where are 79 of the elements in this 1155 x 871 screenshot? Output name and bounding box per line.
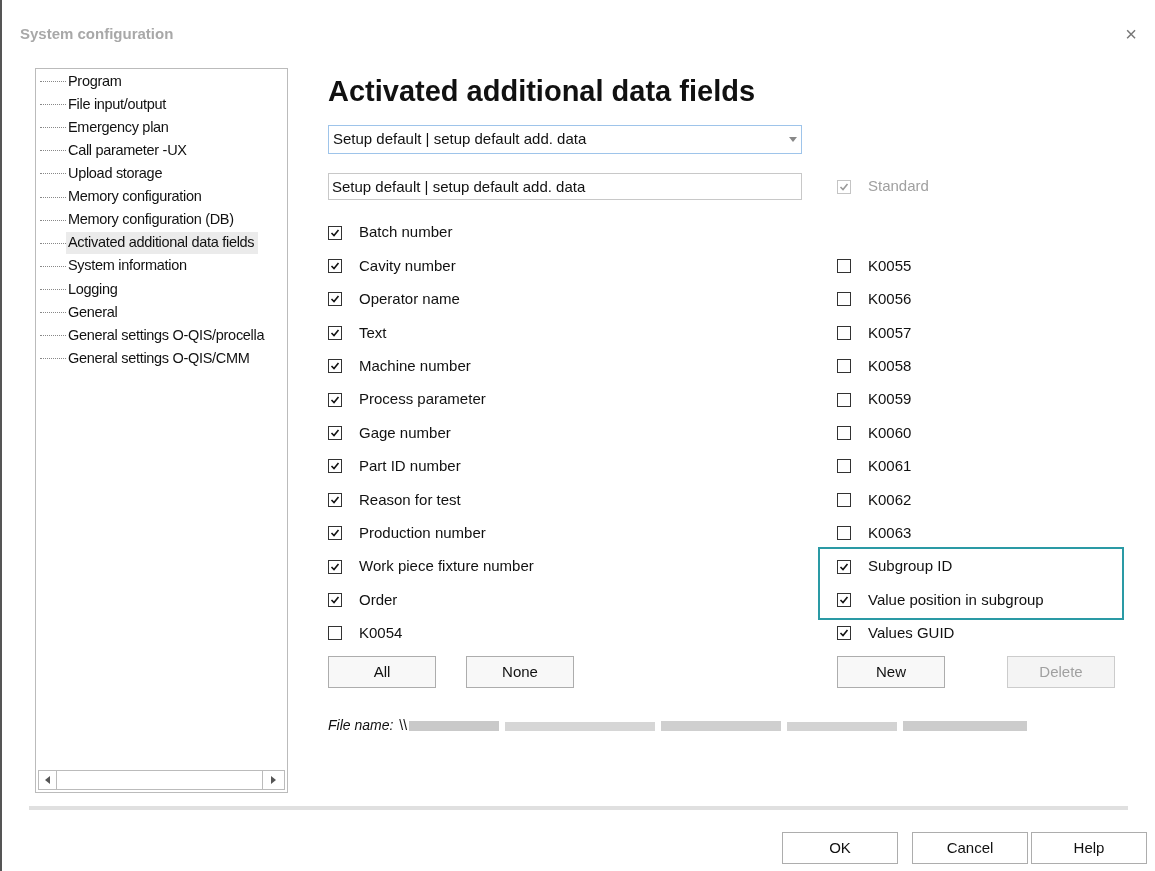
field-label: Subgroup ID xyxy=(868,556,953,577)
tree-item[interactable]: System information xyxy=(66,255,191,278)
tree-item[interactable]: General settings O-QIS/procella xyxy=(66,324,269,347)
field-label: Operator name xyxy=(359,289,460,310)
checkbox[interactable] xyxy=(837,526,851,541)
field-label: Value position in subgroup xyxy=(868,589,1044,610)
dialog-button[interactable]: All xyxy=(328,656,436,689)
field-label: K0057 xyxy=(868,322,912,343)
setup-dropdown[interactable]: Setup default | setup default add. data xyxy=(328,125,802,154)
page-heading: Activated additional data fields xyxy=(328,77,757,106)
setup-name-field[interactable]: Setup default | setup default add. data xyxy=(328,173,802,200)
horizontal-scrollbar[interactable] xyxy=(38,770,285,790)
tree-item[interactable]: Program xyxy=(66,70,126,93)
field-label: Values GUID xyxy=(868,623,955,644)
checkbox[interactable] xyxy=(837,593,851,607)
dialog-button[interactable]: New xyxy=(837,656,945,689)
checkbox[interactable] xyxy=(837,492,851,507)
field-label: Work piece fixture number xyxy=(359,556,534,577)
checkbox[interactable] xyxy=(837,392,851,407)
file-path-prefix: \\ xyxy=(399,716,408,736)
tree-item[interactable]: Emergency plan xyxy=(66,116,173,139)
field-label: Production number xyxy=(359,522,486,543)
tree-item[interactable]: Activated additional data fields xyxy=(66,232,259,255)
dialog-button[interactable]: None xyxy=(466,656,574,689)
close-button[interactable]: × xyxy=(1125,24,1137,44)
field-label: K0062 xyxy=(868,489,912,510)
field-label: K0059 xyxy=(868,389,912,410)
field-label: K0056 xyxy=(868,289,912,310)
tree-item[interactable]: Memory configuration xyxy=(66,186,206,208)
tree-item[interactable]: General xyxy=(66,301,122,324)
checkbox[interactable] xyxy=(328,292,342,307)
field-label: K0060 xyxy=(868,422,912,443)
checkbox[interactable] xyxy=(328,593,342,607)
checkbox[interactable] xyxy=(328,459,342,474)
field-label: Text xyxy=(359,322,387,343)
field-label: K0058 xyxy=(868,356,912,376)
checkbox[interactable] xyxy=(837,325,851,340)
checkbox[interactable] xyxy=(328,392,342,407)
tree-item[interactable]: Upload storage xyxy=(66,163,167,185)
checkbox[interactable] xyxy=(837,359,851,374)
window-title: System configuration xyxy=(20,23,174,44)
field-label: Gage number xyxy=(359,422,451,443)
field-label: K0054 xyxy=(359,623,403,644)
tree-item[interactable]: Memory configuration (DB) xyxy=(66,209,238,231)
tree-item[interactable]: File input/output xyxy=(66,93,171,116)
field-label: Order xyxy=(359,589,398,610)
tree-item[interactable]: Call parameter -UX xyxy=(66,139,191,162)
footer-button[interactable]: Cancel xyxy=(912,832,1028,864)
checkbox[interactable] xyxy=(328,259,342,274)
checkbox[interactable] xyxy=(328,359,342,374)
checkbox[interactable] xyxy=(837,259,851,274)
checkbox[interactable] xyxy=(837,626,851,641)
file-name-label: File name: xyxy=(328,716,394,736)
checkbox[interactable] xyxy=(328,559,342,574)
checkbox[interactable] xyxy=(328,225,342,240)
checkbox[interactable] xyxy=(328,492,342,507)
tree-item[interactable]: General settings O-QIS/CMM xyxy=(66,347,254,370)
checkbox[interactable] xyxy=(837,459,851,474)
dropdown-caret-icon xyxy=(789,137,797,142)
checkbox[interactable] xyxy=(328,426,342,441)
checkbox[interactable] xyxy=(837,292,851,307)
checkbox[interactable] xyxy=(837,559,851,574)
checkbox[interactable] xyxy=(328,526,342,541)
field-label: Machine number xyxy=(359,356,471,376)
standard-label: Standard xyxy=(868,176,929,197)
footer-button[interactable]: Help xyxy=(1031,832,1147,864)
field-label: Reason for test xyxy=(359,489,461,510)
field-label: Cavity number xyxy=(359,255,456,276)
field-label: Batch number xyxy=(359,222,453,243)
field-label: K0063 xyxy=(868,522,912,543)
field-label: K0061 xyxy=(868,456,912,477)
field-label: Process parameter xyxy=(359,389,486,410)
checkbox[interactable] xyxy=(328,325,342,340)
checkbox[interactable] xyxy=(328,626,342,641)
footer-button[interactable]: OK xyxy=(782,832,898,864)
field-label: Part ID number xyxy=(359,456,461,477)
checkbox[interactable] xyxy=(837,426,851,441)
tree-item[interactable]: Logging xyxy=(66,278,122,301)
field-label: K0055 xyxy=(868,255,912,276)
